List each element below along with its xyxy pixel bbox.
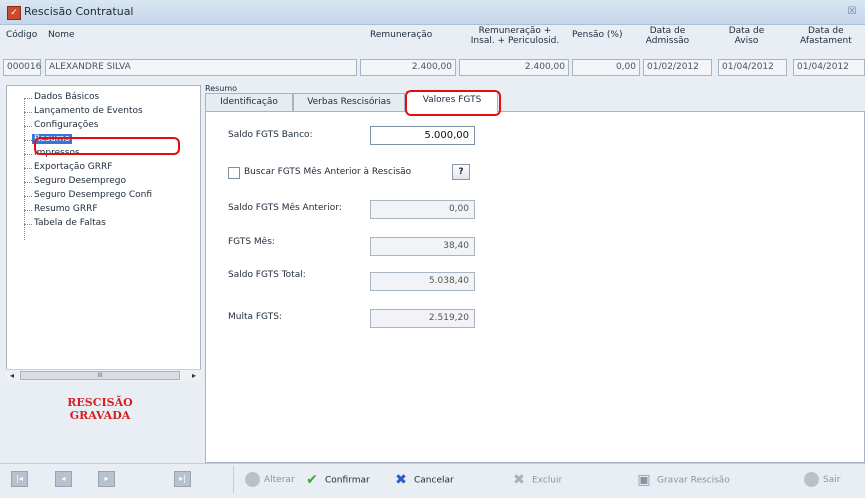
pensao-field: 0,00: [572, 59, 640, 76]
saldo-total-label: Saldo FGTS Total:: [228, 270, 306, 280]
rem-insal-field: 2.400,00: [459, 59, 569, 76]
window-title: Rescisão Contratual: [24, 5, 134, 18]
sair-icon: [804, 472, 819, 487]
aviso-field: 01/04/2012: [718, 59, 787, 76]
multa-field: 2.519,20: [370, 309, 475, 328]
pensao-header: Pensão (%): [572, 30, 623, 40]
remuneracao-field: 2.400,00: [360, 59, 456, 76]
tree-item-resumo-grrf[interactable]: Resumo GRRF: [24, 204, 98, 214]
remuneracao-header: Remuneração: [370, 30, 433, 40]
resumo-highlight-oval: [34, 137, 180, 155]
rem-insal-header: Remuneração + Insal. + Periculosid.: [470, 26, 560, 46]
aviso-header: Data de Aviso: [728, 26, 765, 46]
tree-item-exportacao-grrf[interactable]: Exportação GRRF: [23, 162, 112, 172]
tree-item-dados-basicos[interactable]: Dados Básicos: [23, 92, 99, 102]
cancel-x-icon: ✖: [395, 472, 407, 488]
tree-horizontal-scrollbar[interactable]: ◂ III ▸: [6, 369, 201, 381]
afastamento-header: Data de Afastament: [800, 26, 852, 46]
saldo-banco-input[interactable]: 5.000,00: [370, 126, 475, 145]
afastamento-field: 01/04/2012: [793, 59, 865, 76]
tree-item-seguro-desemprego-confi[interactable]: Seguro Desemprego Confi: [24, 190, 152, 200]
saldo-banco-label: Saldo FGTS Banco:: [228, 130, 313, 140]
fgts-mes-field: 38,40: [370, 237, 475, 256]
cancelar-button[interactable]: ✖ Cancelar: [392, 470, 454, 490]
panel-title: Resumo: [205, 84, 238, 93]
saldo-anterior-label: Saldo FGTS Mês Anterior:: [228, 203, 342, 213]
scroll-thumb[interactable]: III: [20, 371, 180, 380]
tree-item-seguro-desemprego[interactable]: Seguro Desemprego: [24, 176, 126, 186]
check-icon: ✔: [306, 472, 318, 488]
alterar-icon: [245, 472, 260, 487]
toolbar-separator: [233, 466, 234, 493]
previous-record-button[interactable]: ◂: [55, 471, 72, 487]
scroll-left-icon[interactable]: ◂: [6, 370, 18, 381]
admissao-header: Data de Admissão: [645, 26, 690, 46]
nome-field: ALEXANDRE SILVA: [45, 59, 357, 76]
last-record-button[interactable]: ▸|: [174, 471, 191, 487]
saldo-total-field: 5.038,40: [370, 272, 475, 291]
codigo-header: Código: [6, 30, 38, 40]
tree-item-configuracoes[interactable]: Configurações: [23, 120, 98, 130]
help-button[interactable]: ?: [452, 164, 470, 180]
next-record-button[interactable]: ▸: [98, 471, 115, 487]
saldo-anterior-field: 0,00: [370, 200, 475, 219]
tree-item-tabela-faltas[interactable]: Tabela de Faltas: [24, 218, 106, 228]
nome-header: Nome: [48, 30, 75, 40]
admissao-field: 01/02/2012: [643, 59, 712, 76]
confirmar-button[interactable]: ✔ Confirmar: [303, 470, 370, 490]
valores-fgts-highlight-oval: [405, 90, 501, 116]
tree-item-lancamento-eventos[interactable]: Lançamento de Eventos: [24, 106, 143, 116]
status-rescisao-gravada: RESCISÃO GRAVADA: [67, 396, 133, 422]
excluir-button[interactable]: ✖ Excluir: [510, 470, 562, 490]
save-docs-icon: ▣: [637, 472, 651, 488]
codigo-field: 000016: [3, 59, 41, 76]
close-icon[interactable]: ☒: [845, 5, 859, 19]
app-icon: ✓: [7, 6, 21, 20]
buscar-fgts-label[interactable]: Buscar FGTS Mês Anterior à Rescisão: [244, 167, 411, 177]
tab-verbas-rescisorias[interactable]: Verbas Rescisórias: [293, 93, 405, 111]
gravar-rescisao-button[interactable]: ▣ Gravar Rescisão: [635, 470, 729, 490]
first-record-button[interactable]: |◂: [11, 471, 28, 487]
multa-label: Multa FGTS:: [228, 312, 282, 322]
sair-button[interactable]: Sair: [804, 470, 840, 490]
fgts-mes-label: FGTS Mês:: [228, 237, 275, 247]
fgts-panel: [205, 111, 865, 463]
scroll-right-icon[interactable]: ▸: [188, 370, 200, 381]
alterar-button[interactable]: Alterar: [245, 470, 295, 490]
delete-x-icon: ✖: [513, 472, 525, 488]
tab-identificacao[interactable]: Identificação: [205, 93, 293, 111]
buscar-fgts-checkbox[interactable]: [228, 167, 240, 179]
